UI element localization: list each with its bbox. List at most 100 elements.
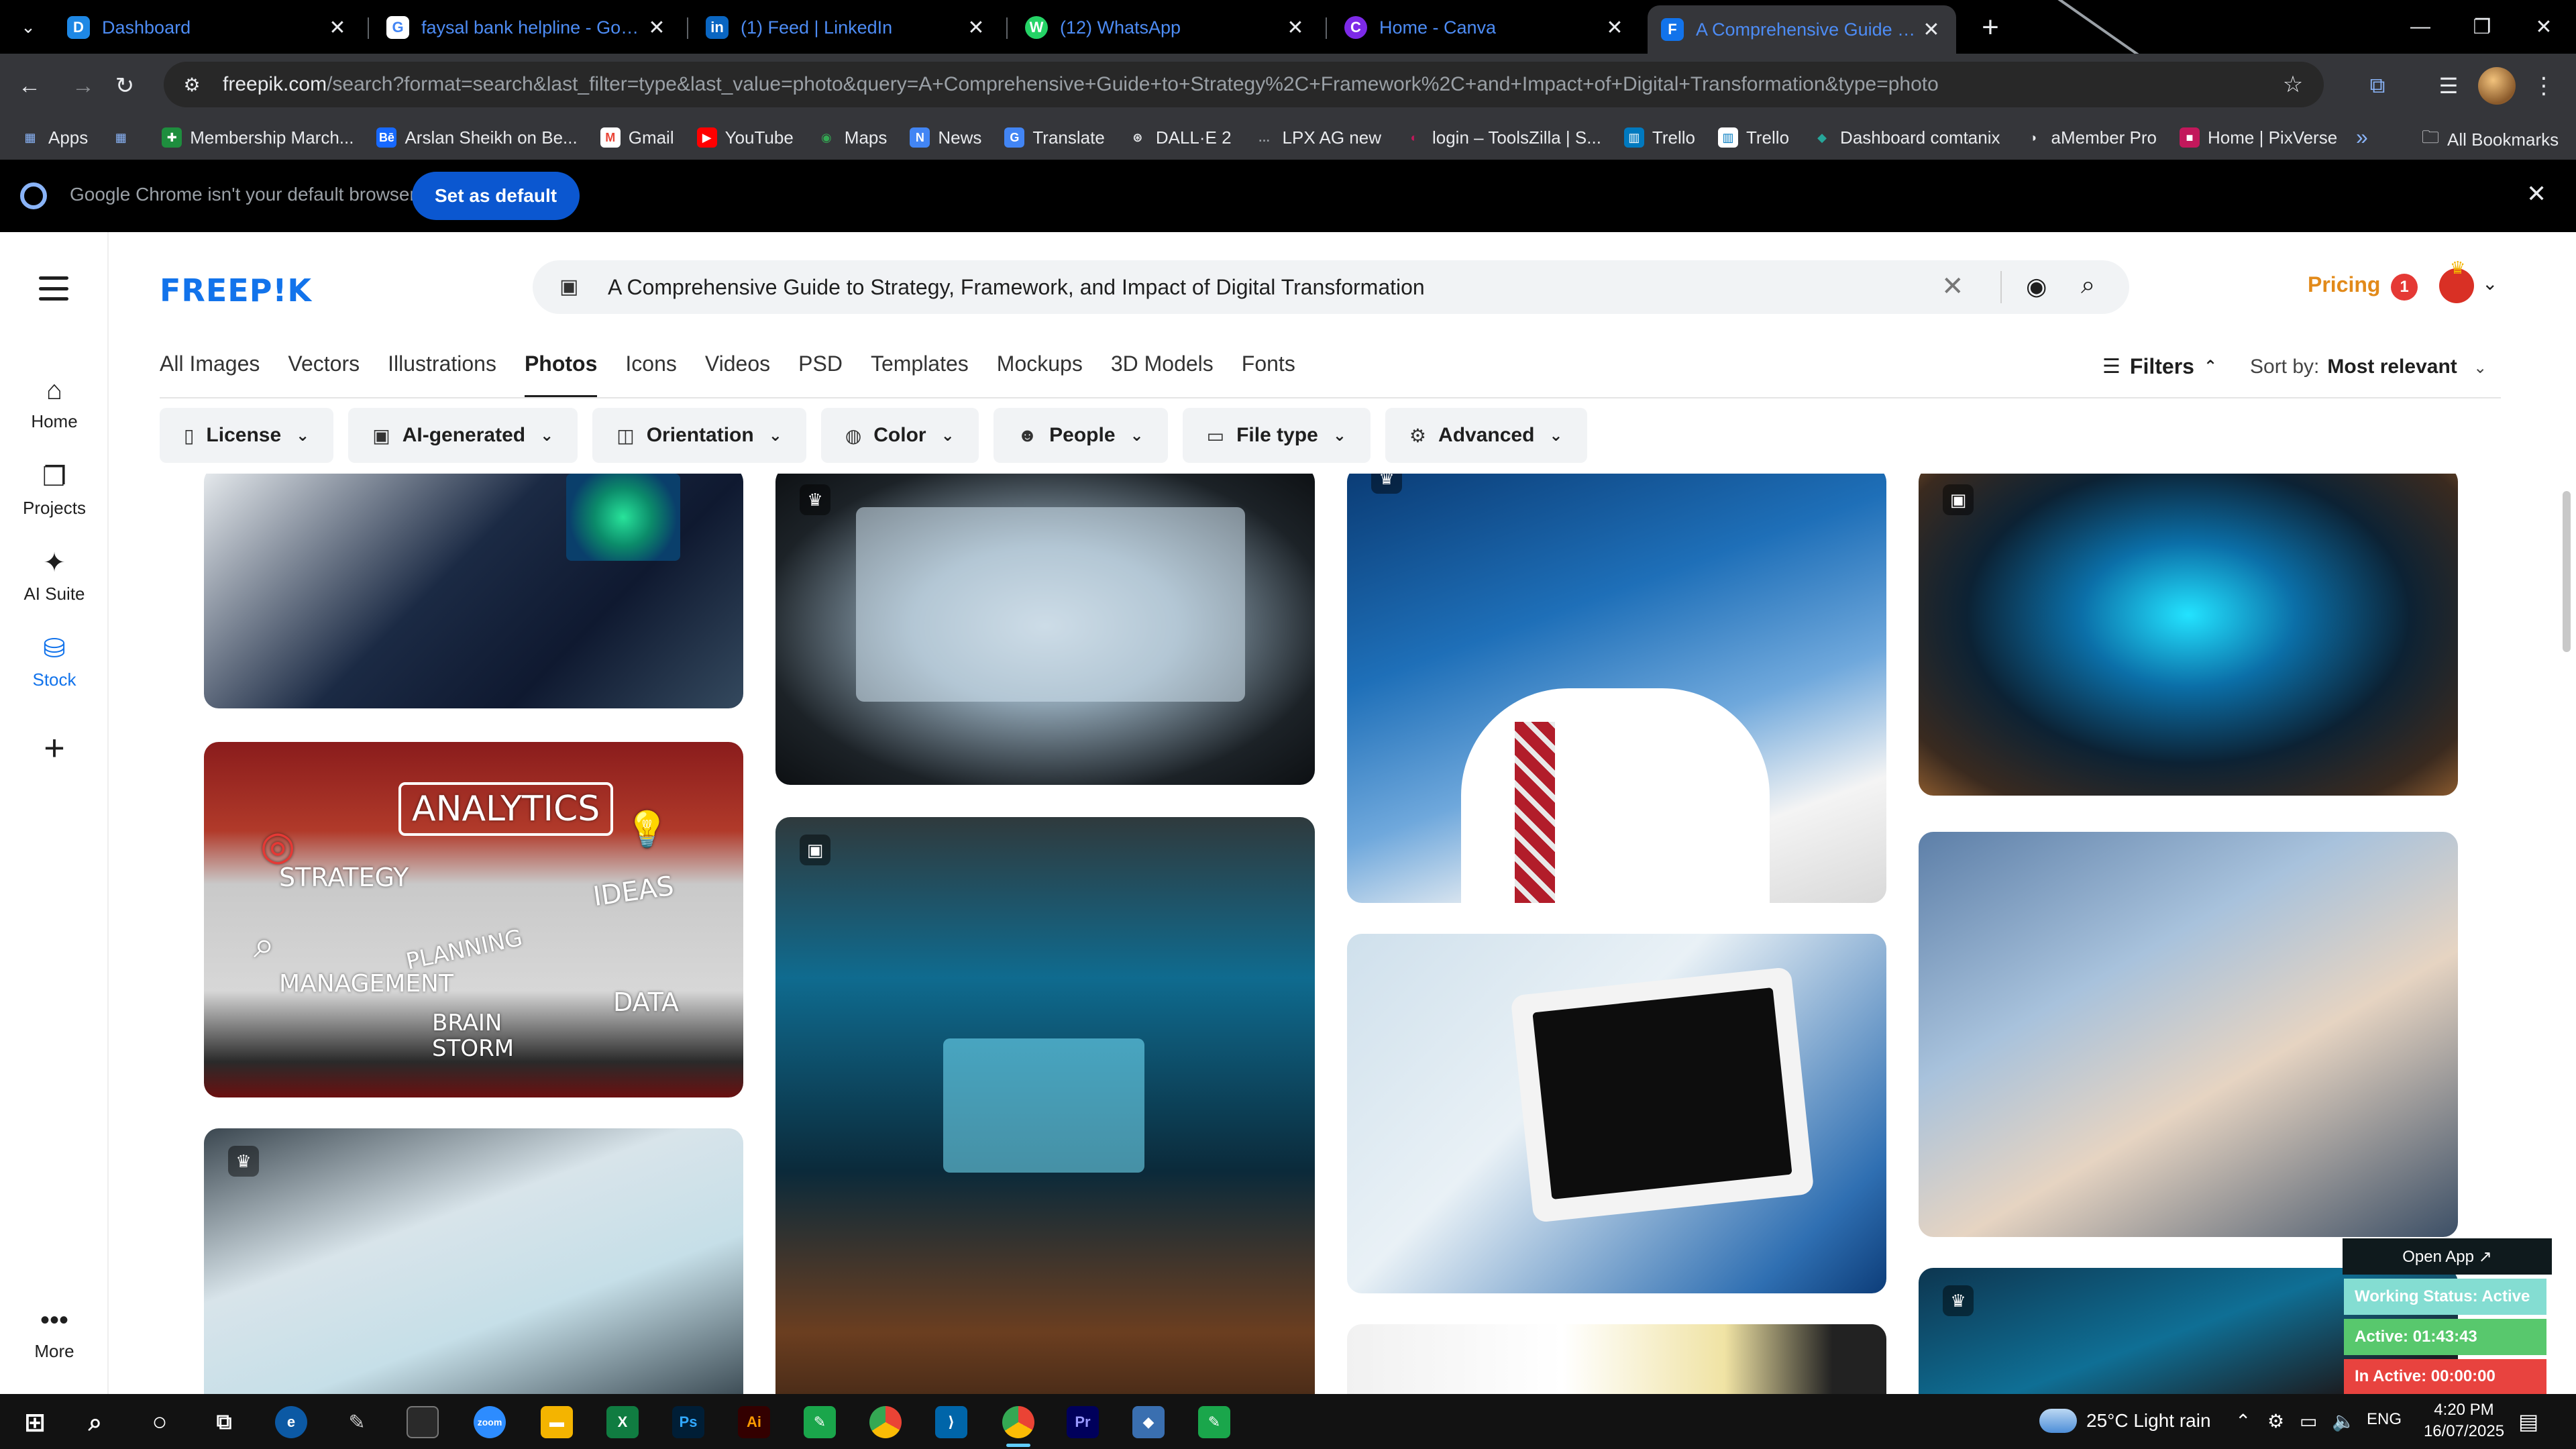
filter-license[interactable]: ▯ License ⌄ — [160, 408, 334, 463]
tab-canva[interactable]: C Home - Canva ✕ — [1331, 7, 1640, 48]
language-indicator[interactable]: ENG — [2367, 1410, 2402, 1429]
rail-home[interactable]: ⌂ Home — [0, 376, 109, 432]
tab-google-search[interactable]: G faysal bank helpline - Google S ✕ — [373, 7, 682, 48]
filter-orientation[interactable]: ◫ Orientation ⌄ — [592, 408, 806, 463]
tab-templates[interactable]: Templates — [871, 352, 969, 398]
open-app-button[interactable]: Open App ↗ — [2343, 1238, 2552, 1275]
result-photo[interactable] — [1347, 934, 1886, 1293]
cortana-icon[interactable]: ○ — [144, 1406, 176, 1438]
bookmark-behance[interactable]: Bē Arslan Sheikh on Be... — [376, 127, 578, 148]
bookmark-grid[interactable]: ▦ — [111, 127, 139, 148]
search-input[interactable]: A Comprehensive Guide to Strategy, Frame… — [608, 275, 1425, 300]
tab-fonts[interactable]: Fonts — [1242, 352, 1295, 398]
volume-icon[interactable]: 🔈 — [2332, 1410, 2355, 1432]
result-photo[interactable]: ▣ — [1919, 474, 2458, 796]
new-tab-button[interactable]: + — [1972, 9, 2008, 46]
tab-freepik-active[interactable]: F A Comprehensive Guide to Stra ✕ — [1648, 5, 1956, 54]
system-clock[interactable]: 4:20 PM 16/07/2025 — [2420, 1399, 2508, 1442]
sort-dropdown[interactable]: Sort by: Most relevant ⌄ — [2250, 356, 2487, 378]
bookmark-lpx[interactable]: … LPX AG new — [1254, 127, 1381, 148]
tab-all-images[interactable]: All Images — [160, 352, 260, 398]
illustrator-icon[interactable]: Ai — [738, 1406, 770, 1438]
bookmark-dalle[interactable]: ⊛ DALL·E 2 — [1128, 127, 1231, 148]
user-avatar[interactable] — [2439, 258, 2474, 303]
freepik-logo[interactable]: FREEP!K — [160, 272, 312, 309]
result-photo[interactable]: ♛ — [775, 474, 1315, 785]
tab-close-icon[interactable]: ✕ — [645, 16, 668, 40]
image-type-icon[interactable]: ▣ — [559, 275, 584, 299]
camera-search-icon[interactable]: ◉ — [2026, 272, 2047, 301]
tab-vectors[interactable]: Vectors — [288, 352, 360, 398]
result-photo[interactable] — [1347, 1324, 1886, 1394]
tab-whatsapp[interactable]: W (12) WhatsApp ✕ — [1012, 7, 1320, 48]
bookmark-pixverse[interactable]: ■ Home | PixVerse — [2180, 127, 2337, 148]
filter-file-type[interactable]: ▭ File type ⌄ — [1182, 408, 1371, 463]
bookmark-gmail[interactable]: M Gmail — [600, 127, 674, 148]
bookmark-comtanix[interactable]: ◆ Dashboard comtanix — [1812, 127, 2000, 148]
result-photo[interactable]: ♛ — [204, 1128, 743, 1394]
photoshop-icon[interactable]: Ps — [672, 1406, 704, 1438]
notification-center-icon[interactable]: ▤ — [2518, 1409, 2546, 1436]
premiere-icon[interactable]: Pr — [1067, 1406, 1099, 1438]
bookmark-youtube[interactable]: ▶ YouTube — [696, 127, 794, 148]
tab-close-icon[interactable]: ✕ — [1603, 16, 1626, 40]
reload-icon[interactable]: ↻ — [107, 68, 142, 103]
bookmark-apps[interactable]: ▦ Apps — [20, 127, 88, 148]
tab-psd[interactable]: PSD — [798, 352, 843, 398]
minimize-window-button[interactable]: — — [2390, 0, 2451, 54]
back-arrow-icon[interactable]: ← — [12, 68, 47, 103]
infobar-close-icon[interactable]: ✕ — [2526, 180, 2546, 208]
app-green-icon[interactable]: ✎ — [804, 1406, 836, 1438]
filter-advanced[interactable]: ⚙ Advanced ⌄ — [1385, 408, 1587, 463]
file-explorer-icon[interactable]: ▬ — [541, 1406, 573, 1438]
result-photo[interactable]: ANALYTICS STRATEGY IDEAS PLANNING MANAGE… — [204, 742, 743, 1097]
tab-3d-models[interactable]: 3D Models — [1111, 352, 1214, 398]
tab-close-icon[interactable]: ✕ — [965, 16, 987, 40]
tab-close-icon[interactable]: ✕ — [1284, 16, 1307, 40]
tab-close-icon[interactable]: ✕ — [1920, 18, 1943, 42]
tray-chevron-up-icon[interactable]: ⌃ — [2235, 1410, 2251, 1432]
bookmark-translate[interactable]: G Translate — [1004, 127, 1105, 148]
notification-badge[interactable]: 1 — [2391, 274, 2418, 301]
search-bar[interactable]: ▣ A Comprehensive Guide to Strategy, Fra… — [533, 260, 2129, 314]
bookmark-news[interactable]: N News — [910, 127, 981, 148]
filter-ai-generated[interactable]: ▣ AI-generated ⌄ — [348, 408, 578, 463]
search-icon[interactable]: ⌕ — [79, 1406, 111, 1438]
tab-photos[interactable]: Photos — [524, 352, 598, 398]
tab-videos[interactable]: Videos — [705, 352, 770, 398]
tab-illustrations[interactable]: Illustrations — [388, 352, 496, 398]
tray-app-icon[interactable]: ⚙ — [2267, 1410, 2284, 1432]
app-green-2-icon[interactable]: ✎ — [1198, 1406, 1230, 1438]
pricing-link[interactable]: Pricing — [2308, 272, 2380, 297]
bookmark-maps[interactable]: ◉ Maps — [816, 127, 887, 148]
profile-avatar[interactable] — [2478, 67, 2516, 105]
chrome-menu-icon[interactable]: ⋮ — [2530, 68, 2557, 103]
all-bookmarks-button[interactable]: 🗀 All Bookmarks — [2422, 125, 2559, 154]
excel-icon[interactable]: X — [606, 1406, 639, 1438]
close-window-button[interactable]: ✕ — [2513, 0, 2575, 54]
chrome-icon[interactable] — [869, 1406, 902, 1438]
vscode-icon[interactable]: ⟩ — [935, 1406, 967, 1438]
filter-people[interactable]: ☻ People ⌄ — [993, 408, 1168, 463]
bookmark-trello-1[interactable]: ▥ Trello — [1623, 127, 1695, 148]
set-as-default-button[interactable]: Set as default — [412, 172, 580, 220]
tab-close-icon[interactable]: ✕ — [326, 16, 349, 40]
extensions-icon[interactable]: ⧉ — [2360, 68, 2395, 103]
result-photo[interactable] — [1919, 832, 2458, 1237]
bookmark-membership[interactable]: ✚ Membership March... — [162, 127, 354, 148]
filter-color[interactable]: ◍ Color ⌄ — [820, 408, 979, 463]
task-view-icon[interactable]: ⧉ — [208, 1406, 240, 1438]
tab-dashboard[interactable]: D Dashboard ✕ — [54, 7, 362, 48]
result-photo[interactable] — [204, 474, 743, 708]
tab-search-chevron-icon[interactable]: ⌄ — [13, 12, 43, 42]
tab-mockups[interactable]: Mockups — [997, 352, 1083, 398]
chevron-down-icon[interactable]: ⌄ — [2482, 272, 2498, 294]
restore-window-button[interactable]: ❐ — [2451, 0, 2513, 54]
app-diamond-icon[interactable]: ◆ — [1132, 1406, 1165, 1438]
weather-widget[interactable]: 25°C Light rain — [2039, 1409, 2211, 1433]
search-icon[interactable]: ⌕ — [2081, 271, 2095, 300]
filters-toggle[interactable]: ☰ Filters ⌃ — [2102, 354, 2217, 379]
clear-search-icon[interactable]: ✕ — [1941, 271, 1964, 302]
site-info-icon[interactable]: ⚙ — [177, 70, 207, 99]
result-photo[interactable]: ♛ — [1347, 474, 1886, 903]
